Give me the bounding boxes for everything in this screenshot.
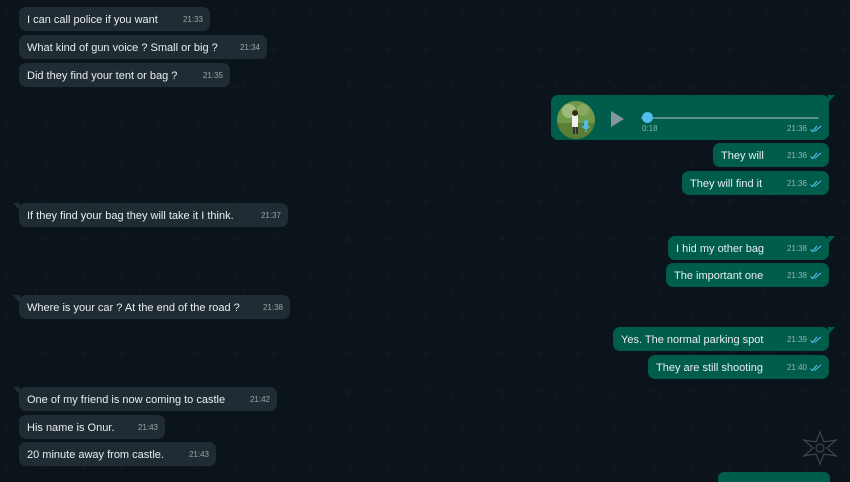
play-icon[interactable] — [611, 111, 624, 127]
message-meta: 21:43 — [189, 448, 209, 462]
voice-duration: 0:18 — [642, 124, 658, 133]
incoming-message[interactable]: If they find your bag they will take it … — [13, 203, 288, 227]
message-time: 21:39 — [786, 335, 807, 344]
outgoing-message[interactable]: The important one 21:38 — [666, 263, 829, 287]
message-text: They will find it — [690, 178, 763, 190]
message-meta: 21:43 — [138, 421, 158, 435]
outgoing-message[interactable]: Yes. The normal parking spot 21:39 — [613, 327, 835, 351]
message-time: 21:40 — [786, 363, 807, 372]
double-check-read-icon — [810, 272, 822, 280]
message-time: 21:38 — [786, 244, 807, 253]
incoming-message[interactable]: Where is your car ? At the end of the ro… — [13, 295, 290, 319]
message-time: 21:38 — [262, 303, 283, 312]
message-time: 21:36 — [786, 179, 807, 188]
message-text: The important one — [674, 270, 764, 282]
message-time: 21:36 — [786, 151, 807, 160]
voice-message[interactable]: 0:18 21:36 — [551, 95, 835, 140]
incoming-message[interactable]: His name is Onur. 21:43 — [19, 415, 165, 439]
message-time: 21:43 — [137, 423, 158, 432]
message-meta: 21:33 — [183, 13, 203, 27]
message-text: I hid my other bag — [676, 243, 765, 255]
audio-progress-track[interactable] — [641, 117, 819, 119]
double-check-read-icon — [810, 125, 822, 133]
message-text: His name is Onur. — [27, 422, 115, 434]
message-time: 21:38 — [786, 271, 807, 280]
message-time: 21:37 — [260, 211, 281, 220]
outgoing-message[interactable]: They will 21:36 — [713, 143, 829, 167]
message-meta: 21:38 — [787, 269, 822, 283]
microphone-icon — [581, 119, 591, 133]
incoming-message[interactable]: What kind of gun voice ? Small or big ? … — [19, 35, 267, 59]
message-meta: 21:36 — [787, 122, 822, 136]
message-meta: 21:36 — [787, 177, 822, 191]
outgoing-message[interactable]: I hid my other bag 21:38 — [668, 236, 835, 260]
double-check-read-icon — [810, 336, 822, 344]
outgoing-message-partial[interactable] — [718, 472, 830, 482]
message-text: They will — [721, 150, 764, 162]
message-meta: 21:39 — [787, 333, 822, 347]
double-check-read-icon — [810, 364, 822, 372]
incoming-message[interactable]: 20 minute away from castle. 21:43 — [19, 442, 216, 466]
message-text: Yes. The normal parking spot — [621, 334, 764, 346]
message-text: They are still shooting — [656, 362, 763, 374]
incoming-message[interactable]: One of my friend is now coming to castle… — [13, 387, 277, 411]
message-time: 21:43 — [188, 450, 209, 459]
outgoing-message[interactable]: They will find it 21:36 — [682, 171, 829, 195]
message-text: Where is your car ? At the end of the ro… — [27, 302, 240, 314]
message-meta: 21:42 — [250, 393, 270, 407]
message-text: One of my friend is now coming to castle — [27, 394, 226, 406]
message-text: I can call police if you want — [27, 14, 158, 26]
message-meta: 21:37 — [261, 209, 281, 223]
incoming-message[interactable]: Did they find your tent or bag ? 21:35 — [19, 63, 230, 87]
watermark-logo-icon — [800, 430, 840, 466]
message-meta: 21:34 — [240, 41, 260, 55]
double-check-read-icon — [810, 180, 822, 188]
double-check-read-icon — [810, 152, 822, 160]
message-time: 21:36 — [786, 124, 807, 133]
message-meta: 21:38 — [263, 301, 283, 315]
message-meta: 21:40 — [787, 361, 822, 375]
outgoing-message[interactable]: They are still shooting 21:40 — [648, 355, 829, 379]
message-meta: 21:36 — [787, 149, 822, 163]
message-time: 21:34 — [239, 43, 260, 52]
message-text: What kind of gun voice ? Small or big ? — [27, 42, 218, 54]
message-text: 20 minute away from castle. — [27, 449, 164, 461]
message-time: 21:35 — [202, 71, 223, 80]
message-text: If they find your bag they will take it … — [27, 210, 234, 222]
message-time: 21:42 — [249, 395, 270, 404]
double-check-read-icon — [810, 245, 822, 253]
message-text: Did they find your tent or bag ? — [27, 70, 178, 82]
message-meta: 21:35 — [203, 69, 223, 83]
message-meta: 21:38 — [787, 242, 822, 256]
incoming-message[interactable]: I can call police if you want 21:33 — [19, 7, 210, 31]
message-time: 21:33 — [182, 15, 203, 24]
